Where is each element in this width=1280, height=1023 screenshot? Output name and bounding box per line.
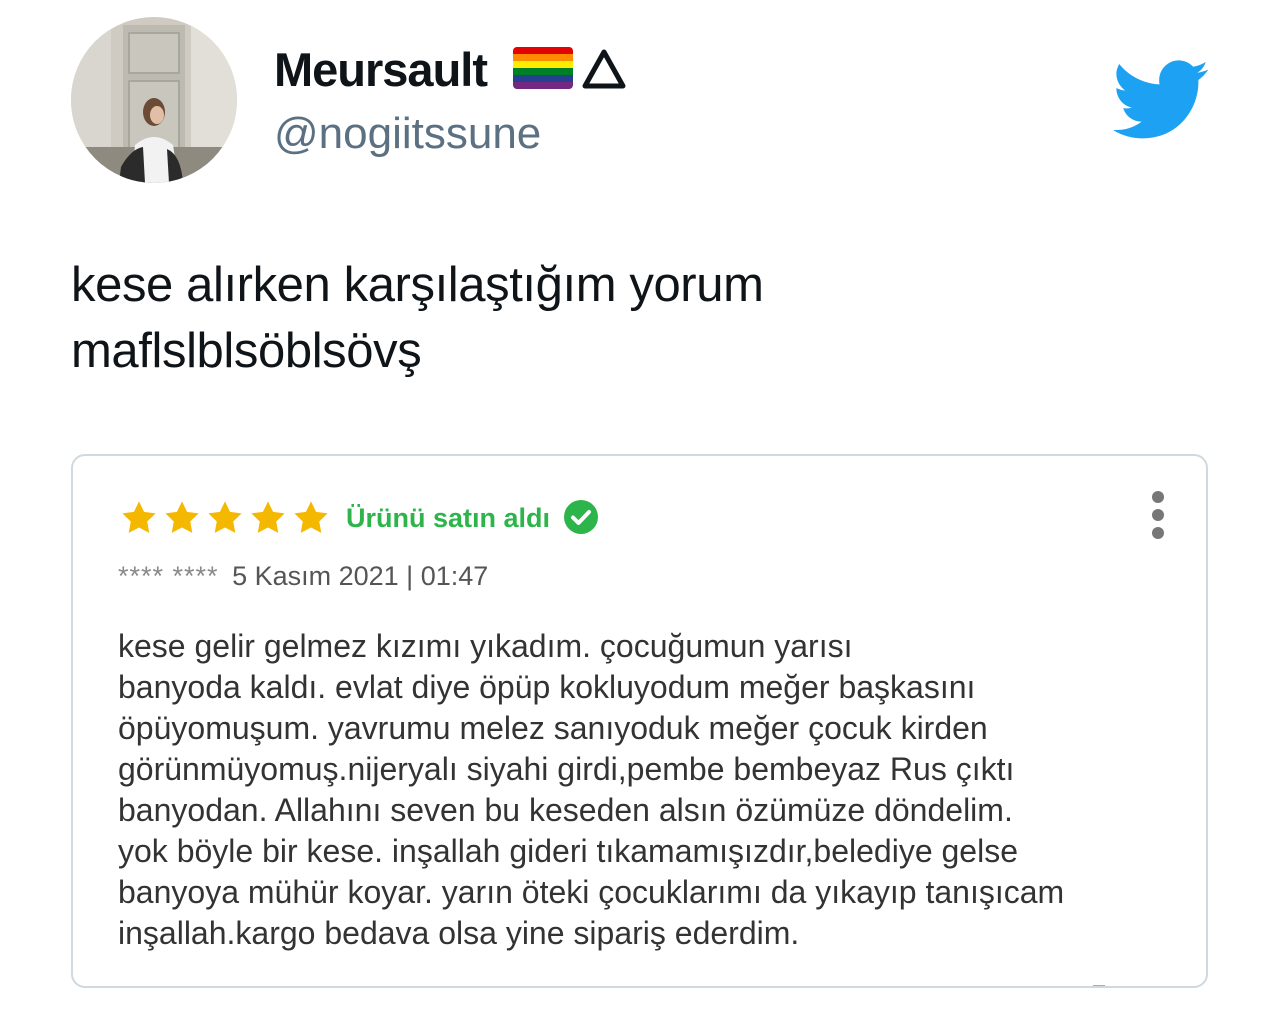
purchased-label: Ürünü satın aldı [346,503,551,533]
tweet-text: kese alırken karşılaştığım yorum maflslb… [71,252,1171,384]
star-rating [120,499,330,537]
display-name[interactable]: Meursault [274,40,488,100]
rainbow-flag-icon [513,47,573,89]
verified-check-icon [564,500,598,534]
review-line: inşallah.kargo bedava olsa yine sipariş … [118,915,800,951]
review-author: **** **** [118,561,219,591]
triangle-icon [582,49,626,89]
review-meta: **** **** 5 Kasım 2021 | 01:47 [118,556,488,596]
review-line: öpüyomuşum. yavrumu melez sanıyoduk meğe… [118,710,988,746]
review-card: Ürünü satın aldı **** **** 5 Kasım 2021 … [71,454,1208,988]
tweet-line: maflslblsöblsövş [71,324,422,378]
star-icon [208,501,242,533]
avatar-photo [71,17,237,183]
review-line: banyoda kaldı. evlat diye öpüp kokluyodu… [118,669,976,705]
star-icon [251,501,285,533]
star-icon [165,501,199,533]
review-date: 5 Kasım 2021 | 01:47 [232,561,489,591]
review-line: görünmüyomuş.nijeryalı siyahi girdi,pemb… [118,751,1015,787]
more-options-icon[interactable] [1143,490,1173,540]
avatar[interactable] [71,17,237,183]
star-icon [122,501,156,533]
review-line: banyodan. Allahını seven bu keseden alsı… [118,792,1013,828]
twitter-bird-icon [1114,60,1209,139]
star-icon [294,501,328,533]
tweet-line: kese alırken karşılaştığım yorum [71,258,764,312]
review-line: yok böyle bir kese. inşallah gideri tıka… [118,833,1018,869]
user-handle[interactable]: @nogiitssune [274,106,541,162]
review-line: kese gelir gelmez kızımı yıkadım. çocuğu… [118,628,853,664]
review-line: banyoya mühür koyar. yarın öteki çocukla… [118,874,1065,910]
review-text: kese gelir gelmez kızımı yıkadım. çocuğu… [118,626,1178,954]
cropped-content-hint [1093,985,1105,986]
